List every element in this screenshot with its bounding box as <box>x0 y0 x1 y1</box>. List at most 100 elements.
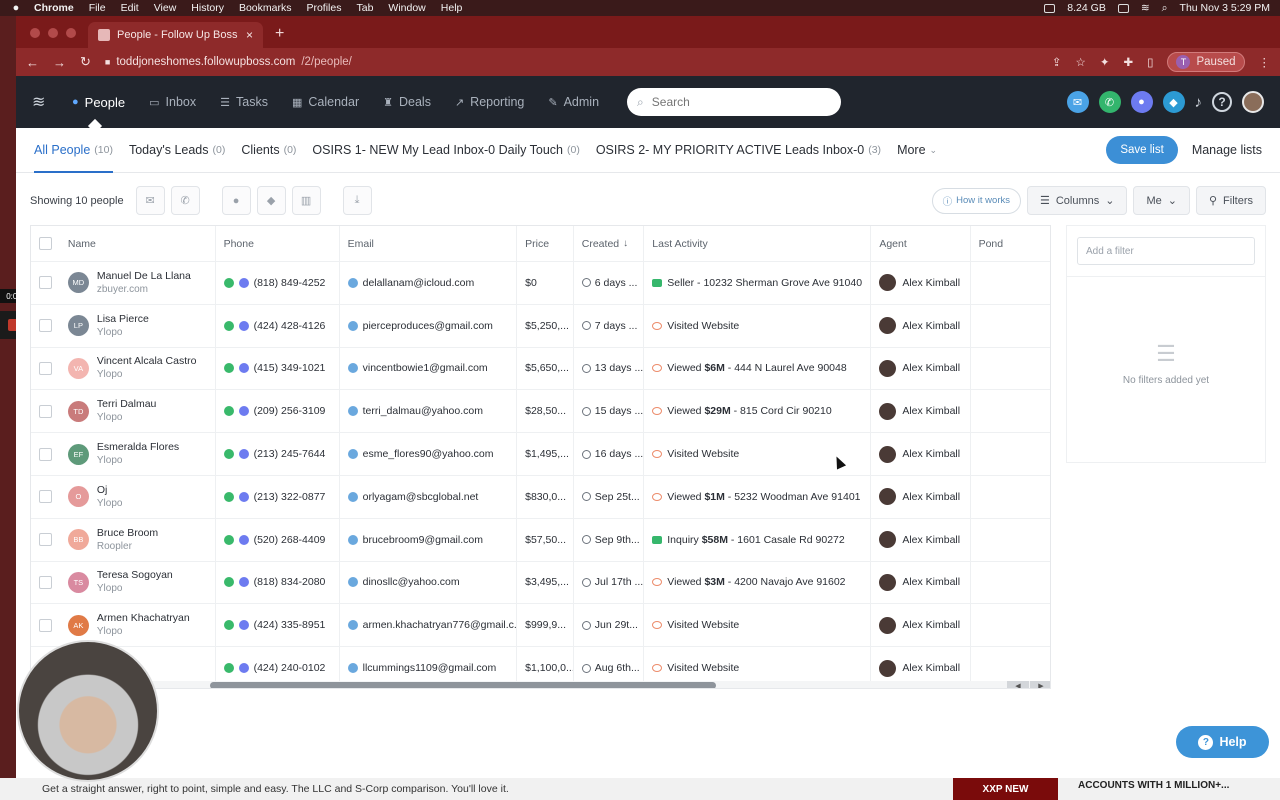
new-tab-icon[interactable]: + <box>275 25 284 43</box>
ad-headline[interactable]: ACCOUNTS WITH 1 MILLION+... <box>1078 780 1229 791</box>
name-cell[interactable]: O Oj Ylopo <box>60 475 216 518</box>
call-icon[interactable] <box>223 663 234 674</box>
header-pond[interactable]: Pond <box>971 226 1050 261</box>
person-name[interactable]: Bruce Broom <box>97 527 158 540</box>
row-checkbox[interactable] <box>39 575 52 589</box>
lock-icon[interactable]: ■ <box>105 57 110 67</box>
address-bar[interactable]: ■ toddjoneshomes.followupboss.com/2/peop… <box>105 56 352 68</box>
menu-app-name[interactable]: Chrome <box>34 2 74 14</box>
table-row[interactable]: EF Esmeralda Flores Ylopo (213) 245-7644 esm… <box>31 433 1050 476</box>
text-message-icon[interactable] <box>238 449 249 460</box>
phone-number[interactable]: (818) 849-4252 <box>254 277 326 289</box>
nav-tasks[interactable]: ☰ Tasks <box>220 95 268 109</box>
call-icon[interactable] <box>223 363 234 374</box>
last-activity-cell[interactable]: Seller - 10232 Sherman Grove Ave 91040 <box>644 262 872 304</box>
header-price[interactable]: Price <box>517 226 574 261</box>
save-list-button[interactable]: Save list <box>1106 136 1178 164</box>
help-button[interactable]: ? Help <box>1176 726 1269 758</box>
menu-history[interactable]: History <box>191 2 224 14</box>
menu-kebab-icon[interactable]: ⋮ <box>1259 55 1271 69</box>
agent-cell[interactable]: Alex Kimball <box>871 433 971 475</box>
agent-cell[interactable]: Alex Kimball <box>871 262 971 304</box>
bulk-call-button[interactable]: ✆ <box>170 186 200 215</box>
text-message-icon[interactable] <box>238 491 249 502</box>
email-icon[interactable] <box>347 277 358 288</box>
tab-osirs-1[interactable]: OSIRS 1- NEW My Lead Inbox-0 Daily Touch… <box>312 128 579 173</box>
battery-icon[interactable] <box>1117 3 1129 13</box>
name-cell[interactable]: LP Lisa Pierce Ylopo <box>60 304 216 347</box>
call-icon[interactable] <box>223 449 234 460</box>
team-icon[interactable]: ◆ <box>1162 91 1185 113</box>
menu-file[interactable]: File <box>89 2 106 14</box>
phone-number[interactable]: (415) 349-1021 <box>254 362 326 374</box>
header-phone[interactable]: Phone <box>216 226 340 261</box>
email-cell[interactable]: orlyagam@sbcglobal.net <box>340 475 518 518</box>
bookmark-star-icon[interactable]: ☆ <box>1076 55 1086 69</box>
name-cell[interactable]: MD Manuel De La Llana zbuyer.com <box>60 262 216 304</box>
menu-tab[interactable]: Tab <box>356 2 373 14</box>
text-message-icon[interactable] <box>238 663 249 674</box>
phone-number[interactable]: (520) 268-4409 <box>254 534 326 546</box>
row-checkbox[interactable] <box>39 319 52 333</box>
email-address[interactable]: esme_flores90@yahoo.com <box>363 448 494 460</box>
email-icon[interactable] <box>347 620 358 631</box>
call-icon[interactable] <box>223 406 234 417</box>
table-row[interactable]: TS Teresa Sogoyan Ylopo (818) 834-2080 dinos… <box>31 561 1050 605</box>
table-row[interactable]: BB Bruce Broom Roopler (520) 268-4409 bruceb… <box>31 518 1050 562</box>
email-cell[interactable]: delallanam@icloud.com <box>340 262 518 304</box>
forward-icon[interactable]: → <box>53 55 66 70</box>
last-activity-cell[interactable]: Viewed $1M - 5232 Woodman Ave 91401 <box>644 475 872 518</box>
nav-deals[interactable]: ♜ Deals <box>383 95 431 109</box>
user-avatar[interactable] <box>1242 91 1264 113</box>
phone-number[interactable]: (213) 245-7644 <box>254 448 326 460</box>
delete-button[interactable]: ▥ <box>291 186 321 215</box>
row-checkbox[interactable] <box>39 490 52 504</box>
call-icon[interactable] <box>223 577 234 588</box>
phone-cell[interactable]: (424) 428-4126 <box>216 304 340 347</box>
phone-cell[interactable]: (415) 349-1021 <box>216 347 340 390</box>
agent-cell[interactable]: Alex Kimball <box>871 604 971 647</box>
header-agent[interactable]: Agent <box>871 226 971 261</box>
phone-cell[interactable]: (209) 256-3109 <box>216 390 340 433</box>
phone-cell[interactable]: (213) 245-7644 <box>216 433 340 475</box>
email-icon[interactable] <box>347 663 358 674</box>
nav-people[interactable]: ● People <box>72 95 125 110</box>
email-address[interactable]: dinosllc@yahoo.com <box>363 576 460 588</box>
person-name[interactable]: Oj <box>97 484 123 497</box>
extensions-puzzle-icon[interactable]: ✚ <box>1124 55 1134 69</box>
email-address[interactable]: orlyagam@sbcglobal.net <box>363 491 479 503</box>
agent-cell[interactable]: Alex Kimball <box>871 347 971 390</box>
last-activity-cell[interactable]: Inquiry $58M - 1601 Casale Rd 90272 <box>644 518 872 561</box>
call-icon[interactable] <box>223 277 234 288</box>
horizontal-scrollbar[interactable]: ◀ ▶ <box>31 681 1050 688</box>
text-message-icon[interactable] <box>238 363 249 374</box>
header-name[interactable]: Name <box>60 226 216 261</box>
email-icon[interactable]: ✉ <box>1066 91 1089 113</box>
bell-icon[interactable]: ♪ <box>1195 94 1203 111</box>
person-name[interactable]: Esmeralda Flores <box>97 441 179 454</box>
extension-icon[interactable]: ✦ <box>1100 55 1110 69</box>
row-checkbox[interactable] <box>39 533 52 547</box>
ad-thumbnail[interactable]: XXP NEW <box>953 778 1058 800</box>
table-row[interactable]: TD Terri Dalmau Ylopo (209) 256-3109 terri_d… <box>31 390 1050 434</box>
tab-clients[interactable]: Clients (0) <box>241 128 296 173</box>
me-filter-button[interactable]: Me ⌄ <box>1133 186 1190 215</box>
menu-view[interactable]: View <box>154 2 177 14</box>
assign-agent-button[interactable]: ● <box>221 186 251 215</box>
menu-help[interactable]: Help <box>441 2 463 14</box>
person-name[interactable]: Armen Khachatryan <box>97 612 190 625</box>
text-message-icon[interactable] <box>238 277 249 288</box>
menu-edit[interactable]: Edit <box>121 2 139 14</box>
person-name[interactable]: Lisa Pierce <box>97 313 149 326</box>
menu-window[interactable]: Window <box>388 2 425 14</box>
last-activity-cell[interactable]: Viewed $29M - 815 Cord Cir 90210 <box>644 390 872 433</box>
text-message-icon[interactable] <box>238 534 249 545</box>
email-cell[interactable]: dinosllc@yahoo.com <box>340 561 518 604</box>
manage-lists-link[interactable]: Manage lists <box>1192 143 1262 157</box>
text-message-icon[interactable] <box>238 577 249 588</box>
email-cell[interactable]: brucebroom9@gmail.com <box>340 518 518 561</box>
tag-button[interactable]: ◆ <box>256 186 286 215</box>
tab-todays-leads[interactable]: Today's Leads (0) <box>129 128 225 173</box>
phone-cell[interactable]: (424) 335-8951 <box>216 604 340 647</box>
email-cell[interactable]: terri_dalmau@yahoo.com <box>340 390 518 433</box>
